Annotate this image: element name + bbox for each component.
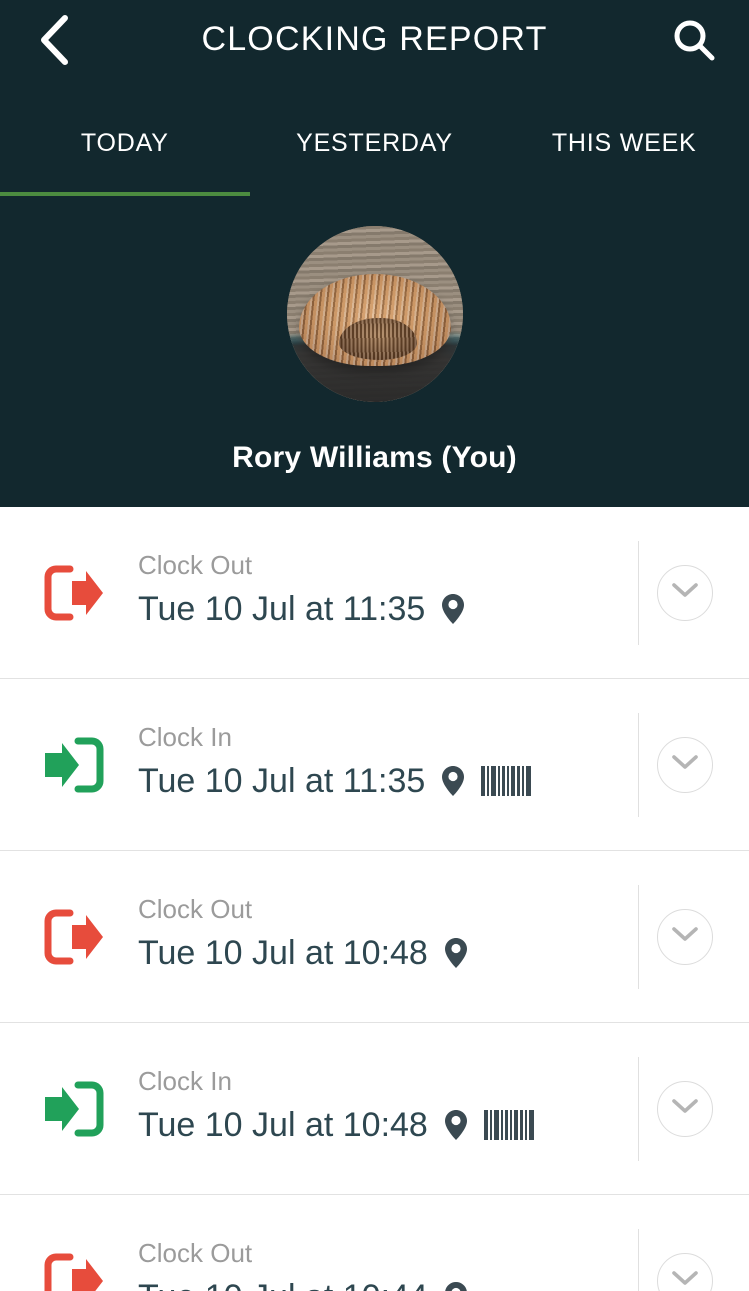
table-row[interactable]: Clock Out Tue 10 Jul at 10:48 — [0, 851, 749, 1023]
row-label: Clock Out — [138, 1237, 253, 1268]
row-datetime-line: Tue 10 Jul at 11:35 — [138, 758, 618, 804]
clock-in-arrow-icon — [38, 1073, 110, 1145]
row-label: Clock In — [138, 721, 232, 752]
barcode-icon — [483, 1109, 536, 1140]
expand-row-button[interactable] — [657, 1080, 713, 1137]
tab-this-week-label: THIS WEEK — [551, 129, 697, 157]
clock-out-arrow-icon — [38, 901, 110, 973]
row-content: Clock Out Tue 10 Jul at 11:35 — [138, 548, 618, 632]
table-row[interactable]: Clock In Tue 10 Jul at 11:35 — [0, 679, 749, 851]
row-datetime-line: Tue 10 Jul at 10:44 — [138, 1274, 618, 1291]
chevron-down-icon — [672, 926, 698, 947]
row-datetime-line: Tue 10 Jul at 10:48 — [138, 1102, 618, 1148]
navbar: CLOCKING REPORT — [0, 0, 749, 82]
chevron-down-icon — [672, 754, 698, 775]
location-pin-icon — [444, 937, 468, 969]
clock-in-arrow-icon — [38, 729, 110, 801]
tab-today-label: TODAY — [80, 129, 169, 157]
table-row[interactable]: Clock In Tue 10 Jul at 10:48 — [0, 1023, 749, 1195]
tab-this-week[interactable]: THIS WEEK — [499, 112, 749, 196]
row-content: Clock In Tue 10 Jul at 10:48 — [138, 1064, 618, 1148]
row-datetime: Tue 10 Jul at 10:44 — [138, 1274, 428, 1291]
expand-row-button[interactable] — [657, 1252, 713, 1291]
chevron-down-icon — [672, 1270, 698, 1291]
clock-out-arrow-icon — [38, 1245, 110, 1291]
location-pin-icon — [444, 1281, 468, 1291]
row-datetime: Tue 10 Jul at 11:35 — [138, 761, 426, 800]
tab-today[interactable]: TODAY — [0, 112, 250, 196]
chevron-down-icon — [672, 582, 698, 603]
chevron-down-icon — [672, 1098, 698, 1119]
row-divider — [638, 1056, 639, 1161]
expand-row-button[interactable] — [657, 564, 713, 621]
row-label: Clock Out — [138, 549, 253, 580]
row-datetime: Tue 10 Jul at 11:35 — [138, 589, 426, 628]
search-icon — [671, 17, 717, 68]
row-datetime-line: Tue 10 Jul at 11:35 — [138, 586, 618, 632]
page-title: CLOCKING REPORT — [201, 20, 548, 58]
barcode-icon — [481, 765, 533, 796]
clocking-list: Clock Out Tue 10 Jul at 11:35 Clock In T… — [0, 507, 749, 1291]
row-content: Clock Out Tue 10 Jul at 10:44 — [138, 1236, 618, 1291]
clocking-report-screen: CLOCKING REPORT TODAY YESTERDAY THIS WEE… — [0, 0, 749, 1291]
tab-bar: TODAY YESTERDAY THIS WEEK — [0, 112, 749, 196]
avatar-photo — [286, 226, 463, 402]
expand-row-button[interactable] — [657, 736, 713, 793]
row-datetime: Tue 10 Jul at 10:48 — [138, 1105, 428, 1144]
header: CLOCKING REPORT TODAY YESTERDAY THIS WEE… — [0, 0, 749, 507]
row-label: Clock In — [138, 1065, 232, 1096]
row-content: Clock Out Tue 10 Jul at 10:48 — [138, 892, 618, 976]
row-label: Clock Out — [138, 893, 253, 924]
row-datetime-line: Tue 10 Jul at 10:48 — [138, 930, 618, 976]
profile-name: Rory Williams (You) — [232, 441, 517, 474]
location-pin-icon — [441, 765, 465, 797]
expand-row-button[interactable] — [657, 908, 713, 965]
table-row[interactable]: Clock Out Tue 10 Jul at 11:35 — [0, 507, 749, 679]
avatar[interactable] — [286, 226, 463, 402]
clock-out-arrow-icon — [38, 557, 110, 629]
row-divider — [638, 884, 639, 989]
row-divider — [638, 540, 639, 645]
table-row[interactable]: Clock Out Tue 10 Jul at 10:44 — [0, 1195, 749, 1291]
tab-yesterday-label: YESTERDAY — [296, 129, 453, 157]
row-content: Clock In Tue 10 Jul at 11:35 — [138, 720, 618, 804]
location-pin-icon — [444, 1109, 468, 1141]
tab-yesterday[interactable]: YESTERDAY — [250, 112, 500, 196]
location-pin-icon — [441, 593, 465, 625]
row-datetime: Tue 10 Jul at 10:48 — [138, 933, 428, 972]
profile-block: Rory Williams (You) — [0, 196, 749, 507]
row-divider — [638, 712, 639, 817]
row-divider — [638, 1228, 639, 1291]
search-button[interactable] — [659, 6, 729, 78]
